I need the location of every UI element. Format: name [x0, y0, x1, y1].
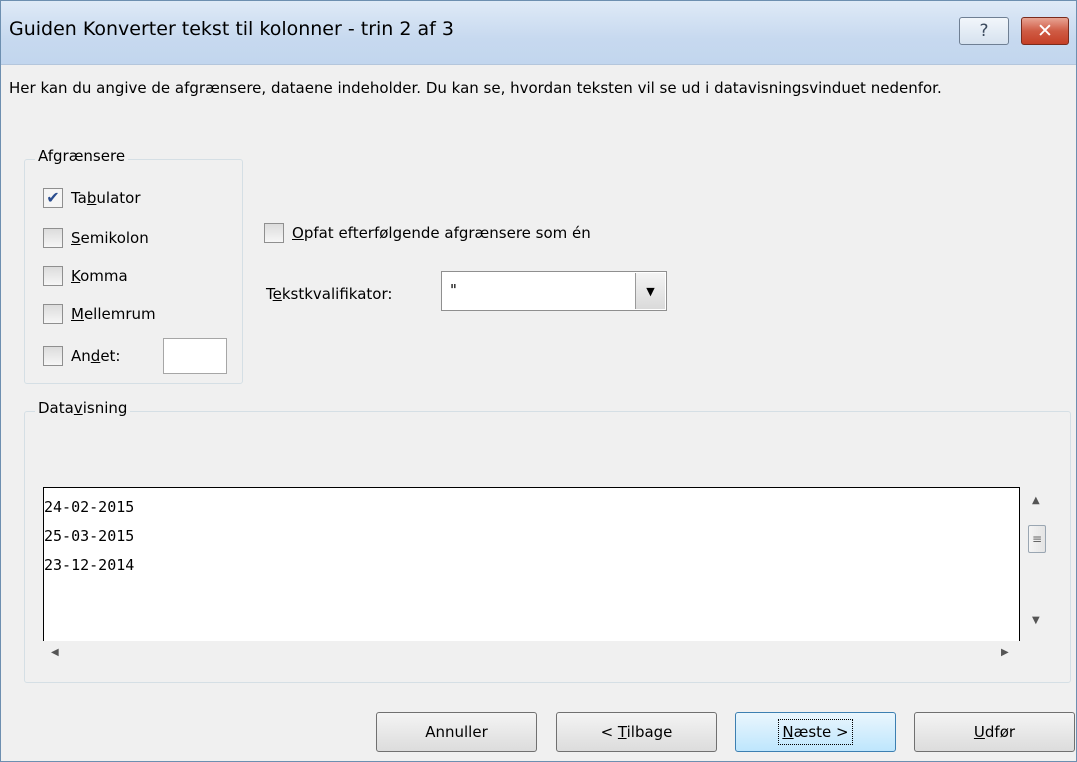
delimiters-legend: Afgrænsere	[35, 147, 129, 165]
close-button[interactable]: ✕	[1021, 17, 1069, 45]
preview-line: 25-03-2015	[44, 527, 135, 545]
next-label: Næste >	[778, 719, 853, 745]
other-label: Andet:	[71, 347, 121, 365]
consecutive-checkbox-row[interactable]: Opfat efterfølgende afgrænsere som én	[264, 221, 591, 245]
space-checkbox[interactable]	[43, 304, 63, 324]
back-label: < Tilbage	[600, 723, 673, 741]
space-checkbox-row[interactable]: Mellemrum	[43, 302, 156, 326]
scroll-right-icon[interactable]: ▶	[1001, 647, 1009, 658]
data-preview-legend: Datavisning	[35, 399, 131, 417]
scroll-down-icon[interactable]: ▼	[1032, 615, 1040, 626]
cancel-button[interactable]: Annuller	[376, 712, 537, 752]
instruction-text: Her kan du angive de afgrænsere, dataene…	[9, 79, 942, 97]
next-button[interactable]: Næste >	[735, 712, 896, 752]
preview-line: 23-12-2014	[44, 556, 135, 574]
help-icon: ?	[979, 21, 989, 41]
text-qualifier-select[interactable]: " ▼	[441, 271, 667, 311]
scroll-left-icon[interactable]: ◀	[51, 647, 59, 658]
back-button[interactable]: < Tilbage	[556, 712, 717, 752]
preview-line: 24-02-2015	[44, 498, 135, 516]
title-bar: Guiden Konverter tekst til kolonner - tr…	[1, 1, 1076, 65]
comma-label: Komma	[71, 267, 128, 285]
tab-label: Tabulator	[71, 189, 141, 207]
consecutive-delimiters-label: Opfat efterfølgende afgrænsere som én	[292, 224, 591, 242]
text-qualifier-label: Tekstkvalifikator:	[266, 285, 393, 303]
text-qualifier-value: "	[450, 281, 457, 299]
chevron-down-icon[interactable]: ▼	[635, 273, 665, 309]
scroll-up-icon[interactable]: ▲	[1032, 495, 1040, 506]
cancel-label: Annuller	[425, 723, 488, 741]
consecutive-delimiters-checkbox[interactable]	[264, 223, 284, 243]
other-checkbox-row[interactable]: Andet:	[43, 344, 120, 368]
semicolon-checkbox-row[interactable]: Semikolon	[43, 226, 149, 250]
checkmark-icon: ✔	[46, 188, 60, 207]
help-button[interactable]: ?	[959, 17, 1009, 45]
finish-button[interactable]: Udfør	[914, 712, 1075, 752]
vertical-scrollbar[interactable]: ▲ ≡ ▼	[1025, 487, 1057, 641]
scroll-thumb[interactable]: ≡	[1028, 525, 1046, 553]
data-preview-pane[interactable]: 24-02-2015 25-03-2015 23-12-2014	[43, 487, 1020, 641]
close-icon: ✕	[1037, 20, 1053, 42]
horizontal-scrollbar[interactable]: ◀ ▶	[43, 641, 1020, 667]
tab-checkbox[interactable]: ✔	[43, 188, 63, 208]
tab-checkbox-row[interactable]: ✔ Tabulator	[43, 186, 141, 210]
semicolon-checkbox[interactable]	[43, 228, 63, 248]
other-checkbox[interactable]	[43, 346, 63, 366]
finish-label: Udfør	[973, 723, 1016, 741]
text-to-columns-dialog: Guiden Konverter tekst til kolonner - tr…	[0, 0, 1077, 762]
space-label: Mellemrum	[71, 305, 156, 323]
semicolon-label: Semikolon	[71, 229, 149, 247]
comma-checkbox[interactable]	[43, 266, 63, 286]
comma-checkbox-row[interactable]: Komma	[43, 264, 128, 288]
other-delimiter-input[interactable]	[163, 338, 227, 374]
window-title: Guiden Konverter tekst til kolonner - tr…	[9, 18, 454, 40]
